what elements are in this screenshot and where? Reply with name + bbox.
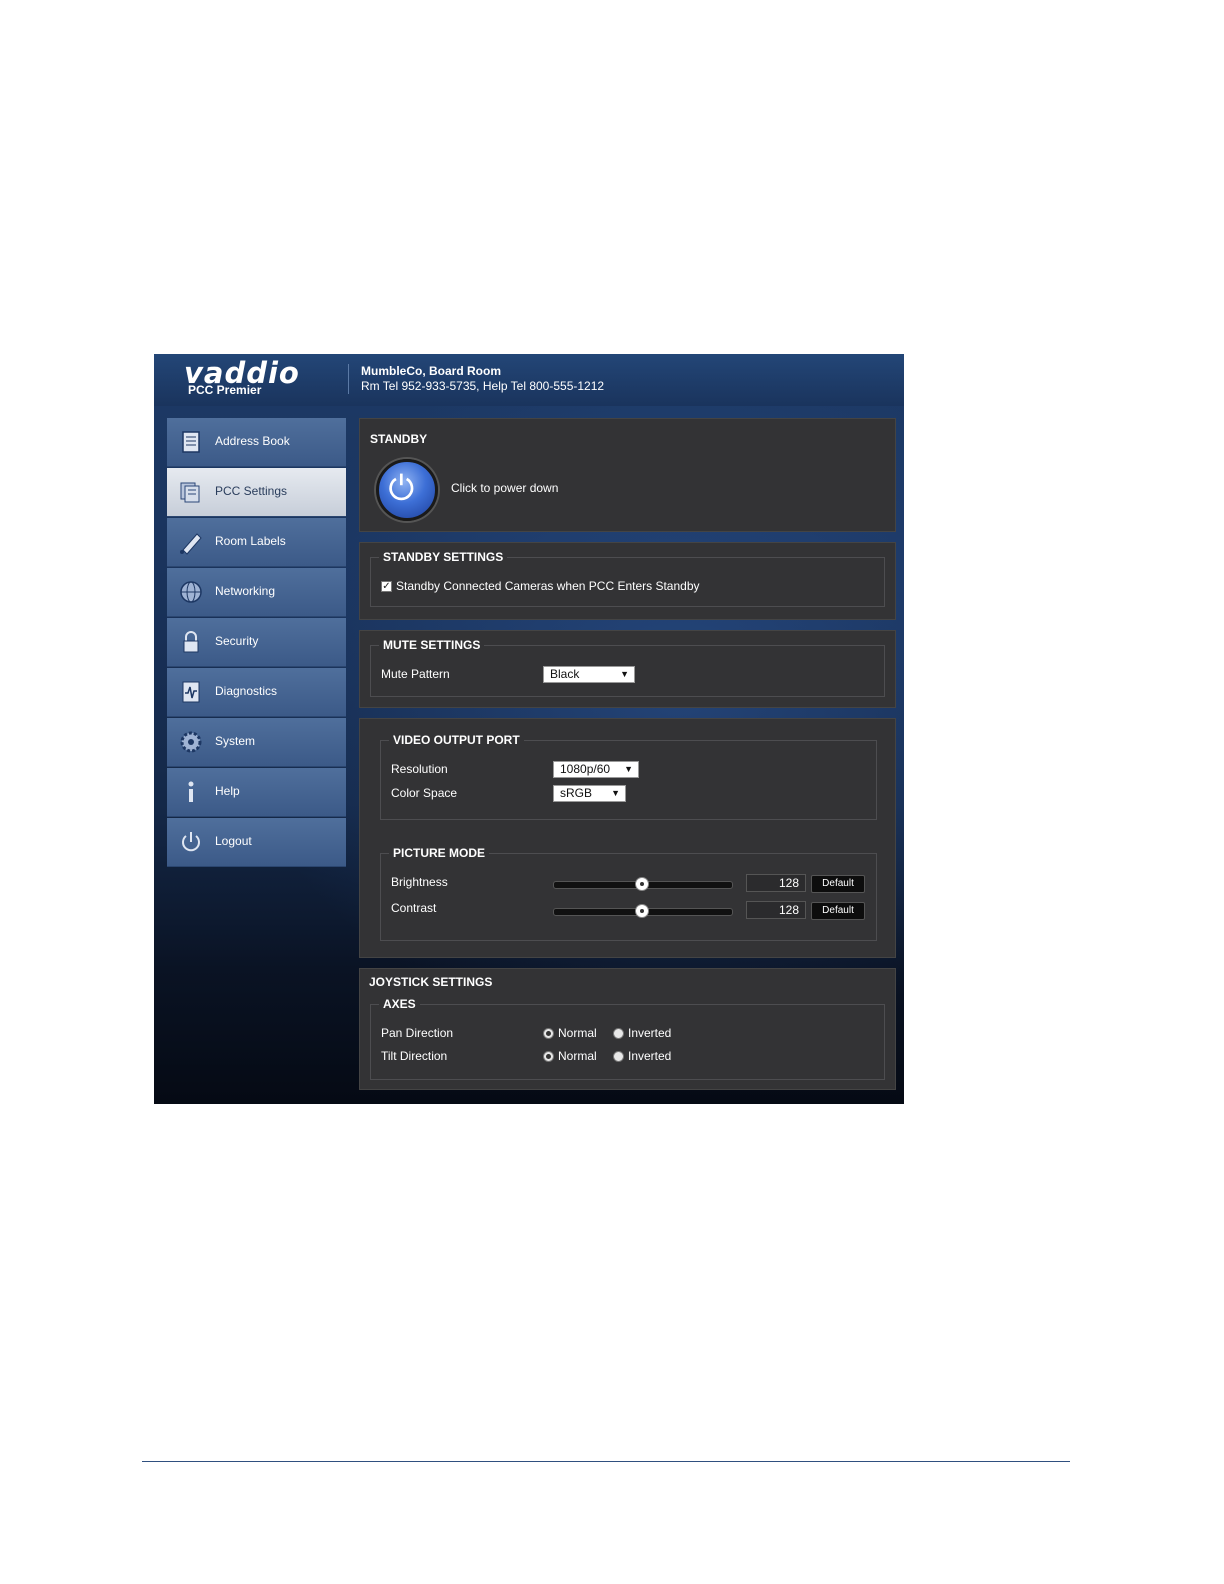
mute-pattern-label: Mute Pattern (381, 667, 450, 681)
axes-fieldset: AXES Pan Direction Normal Inverted Tilt … (370, 997, 885, 1080)
pan-direction-label: Pan Direction (381, 1026, 454, 1040)
sidebar-item-room-labels[interactable]: Room Labels (167, 518, 346, 567)
power-icon (389, 473, 414, 501)
sidebar-item-label: PCC Settings (215, 484, 288, 498)
room-name: MumbleCo, Board Room (361, 364, 501, 378)
standby-cameras-checkbox[interactable]: ✓ (381, 581, 392, 592)
tilt-direction-label: Tilt Direction (381, 1049, 448, 1063)
tilt-normal-radio[interactable] (543, 1051, 554, 1062)
sidebar-item-label: Help (215, 784, 240, 798)
sidebar-item-label: Security (215, 634, 259, 648)
video-output-title: VIDEO OUTPUT PORT (389, 733, 524, 747)
video-panel: VIDEO OUTPUT PORT Resolution 1080p/60 ▼ … (359, 718, 896, 958)
diagnostics-icon (182, 681, 200, 703)
resolution-label: Resolution (391, 762, 448, 776)
sidebar-item-security[interactable]: Security (167, 618, 346, 667)
app-window: vaddio PCC Premier MumbleCo, Board Room … (154, 354, 904, 1104)
sidebar-item-help[interactable]: Help (167, 768, 346, 817)
sidebar-item-label: Diagnostics (215, 684, 278, 698)
product-name: PCC Premier (188, 383, 262, 397)
sidebar-item-logout[interactable]: Logout (167, 818, 346, 867)
sidebar-nav: Address Book PCC Settings Room Labels Ne… (167, 418, 346, 868)
brightness-default-button[interactable]: Default (811, 875, 865, 893)
tilt-normal-label: Normal (558, 1049, 597, 1063)
mute-settings-panel: MUTE SETTINGS Mute Pattern Black ▼ (359, 630, 896, 708)
pan-inverted-label: Inverted (628, 1026, 672, 1040)
sidebar-item-label: Address Book (215, 434, 290, 448)
pan-normal-label: Normal (558, 1026, 597, 1040)
tilt-inverted-label: Inverted (628, 1049, 672, 1063)
room-labels-icon (180, 533, 202, 555)
brightness-value[interactable]: 128 (746, 874, 806, 892)
pan-inverted-radio[interactable] (613, 1028, 624, 1039)
joystick-panel: JOYSTICK SETTINGS AXES Pan Direction Nor… (359, 968, 896, 1090)
contrast-default-button[interactable]: Default (811, 902, 865, 920)
pan-normal-radio[interactable] (543, 1028, 554, 1039)
sidebar-item-label: Networking (215, 584, 276, 598)
networking-icon (180, 581, 202, 603)
header-divider (348, 364, 349, 394)
address-book-icon (182, 431, 200, 453)
sidebar-item-label: Room Labels (215, 534, 286, 548)
info-icon (188, 781, 194, 802)
color-space-value: sRGB (560, 786, 593, 800)
contrast-label: Contrast (391, 901, 437, 915)
tilt-inverted-radio[interactable] (613, 1051, 624, 1062)
power-down-button[interactable] (376, 459, 438, 521)
power-down-text: Click to power down (451, 481, 559, 495)
mute-pattern-select[interactable]: Black ▼ (543, 666, 635, 683)
standby-cameras-label: Standby Connected Cameras when PCC Enter… (396, 579, 700, 593)
picture-mode-title: PICTURE MODE (389, 846, 490, 860)
resolution-value: 1080p/60 (560, 762, 611, 776)
chevron-down-icon: ▼ (620, 669, 629, 679)
standby-settings-fieldset: STANDBY SETTINGS ✓ Standby Connected Cam… (370, 550, 885, 607)
mute-pattern-value: Black (550, 667, 580, 681)
app-header: vaddio PCC Premier MumbleCo, Board Room … (154, 354, 904, 406)
standby-settings-title: STANDBY SETTINGS (379, 550, 508, 564)
sidebar-item-label: Logout (215, 834, 252, 848)
room-tel: Rm Tel 952-933-5735, Help Tel 800-555-12… (361, 379, 605, 393)
brightness-label: Brightness (391, 875, 448, 889)
video-output-fieldset: VIDEO OUTPUT PORT Resolution 1080p/60 ▼ … (380, 733, 877, 820)
mute-settings-title: MUTE SETTINGS (379, 638, 485, 652)
chevron-down-icon: ▼ (611, 788, 620, 798)
sidebar-item-networking[interactable]: Networking (167, 568, 346, 617)
mute-settings-fieldset: MUTE SETTINGS Mute Pattern Black ▼ (370, 638, 885, 697)
pcc-settings-icon (180, 482, 200, 503)
standby-title: STANDBY (370, 432, 428, 446)
picture-mode-fieldset: PICTURE MODE Brightness 128 Default Cont… (380, 846, 877, 941)
axes-title: AXES (379, 997, 420, 1011)
gear-icon (180, 731, 202, 753)
sidebar-item-address-book[interactable]: Address Book (167, 418, 346, 467)
lock-icon (183, 631, 199, 653)
sidebar-item-diagnostics[interactable]: Diagnostics (167, 668, 346, 717)
resolution-select[interactable]: 1080p/60 ▼ (553, 761, 639, 778)
sidebar-item-label: System (215, 734, 256, 748)
power-icon (182, 832, 200, 852)
standby-panel: STANDBY Click to power down (359, 418, 896, 532)
chevron-down-icon: ▼ (624, 764, 633, 774)
contrast-value[interactable]: 128 (746, 901, 806, 919)
sidebar-item-system[interactable]: System (167, 718, 346, 767)
joystick-title: JOYSTICK SETTINGS (369, 975, 493, 989)
standby-settings-panel: STANDBY SETTINGS ✓ Standby Connected Cam… (359, 542, 896, 620)
color-space-select[interactable]: sRGB ▼ (553, 785, 626, 802)
sidebar-item-pcc-settings[interactable]: PCC Settings (167, 468, 346, 517)
color-space-label: Color Space (391, 786, 458, 800)
page-footer-rule (142, 1461, 1070, 1462)
